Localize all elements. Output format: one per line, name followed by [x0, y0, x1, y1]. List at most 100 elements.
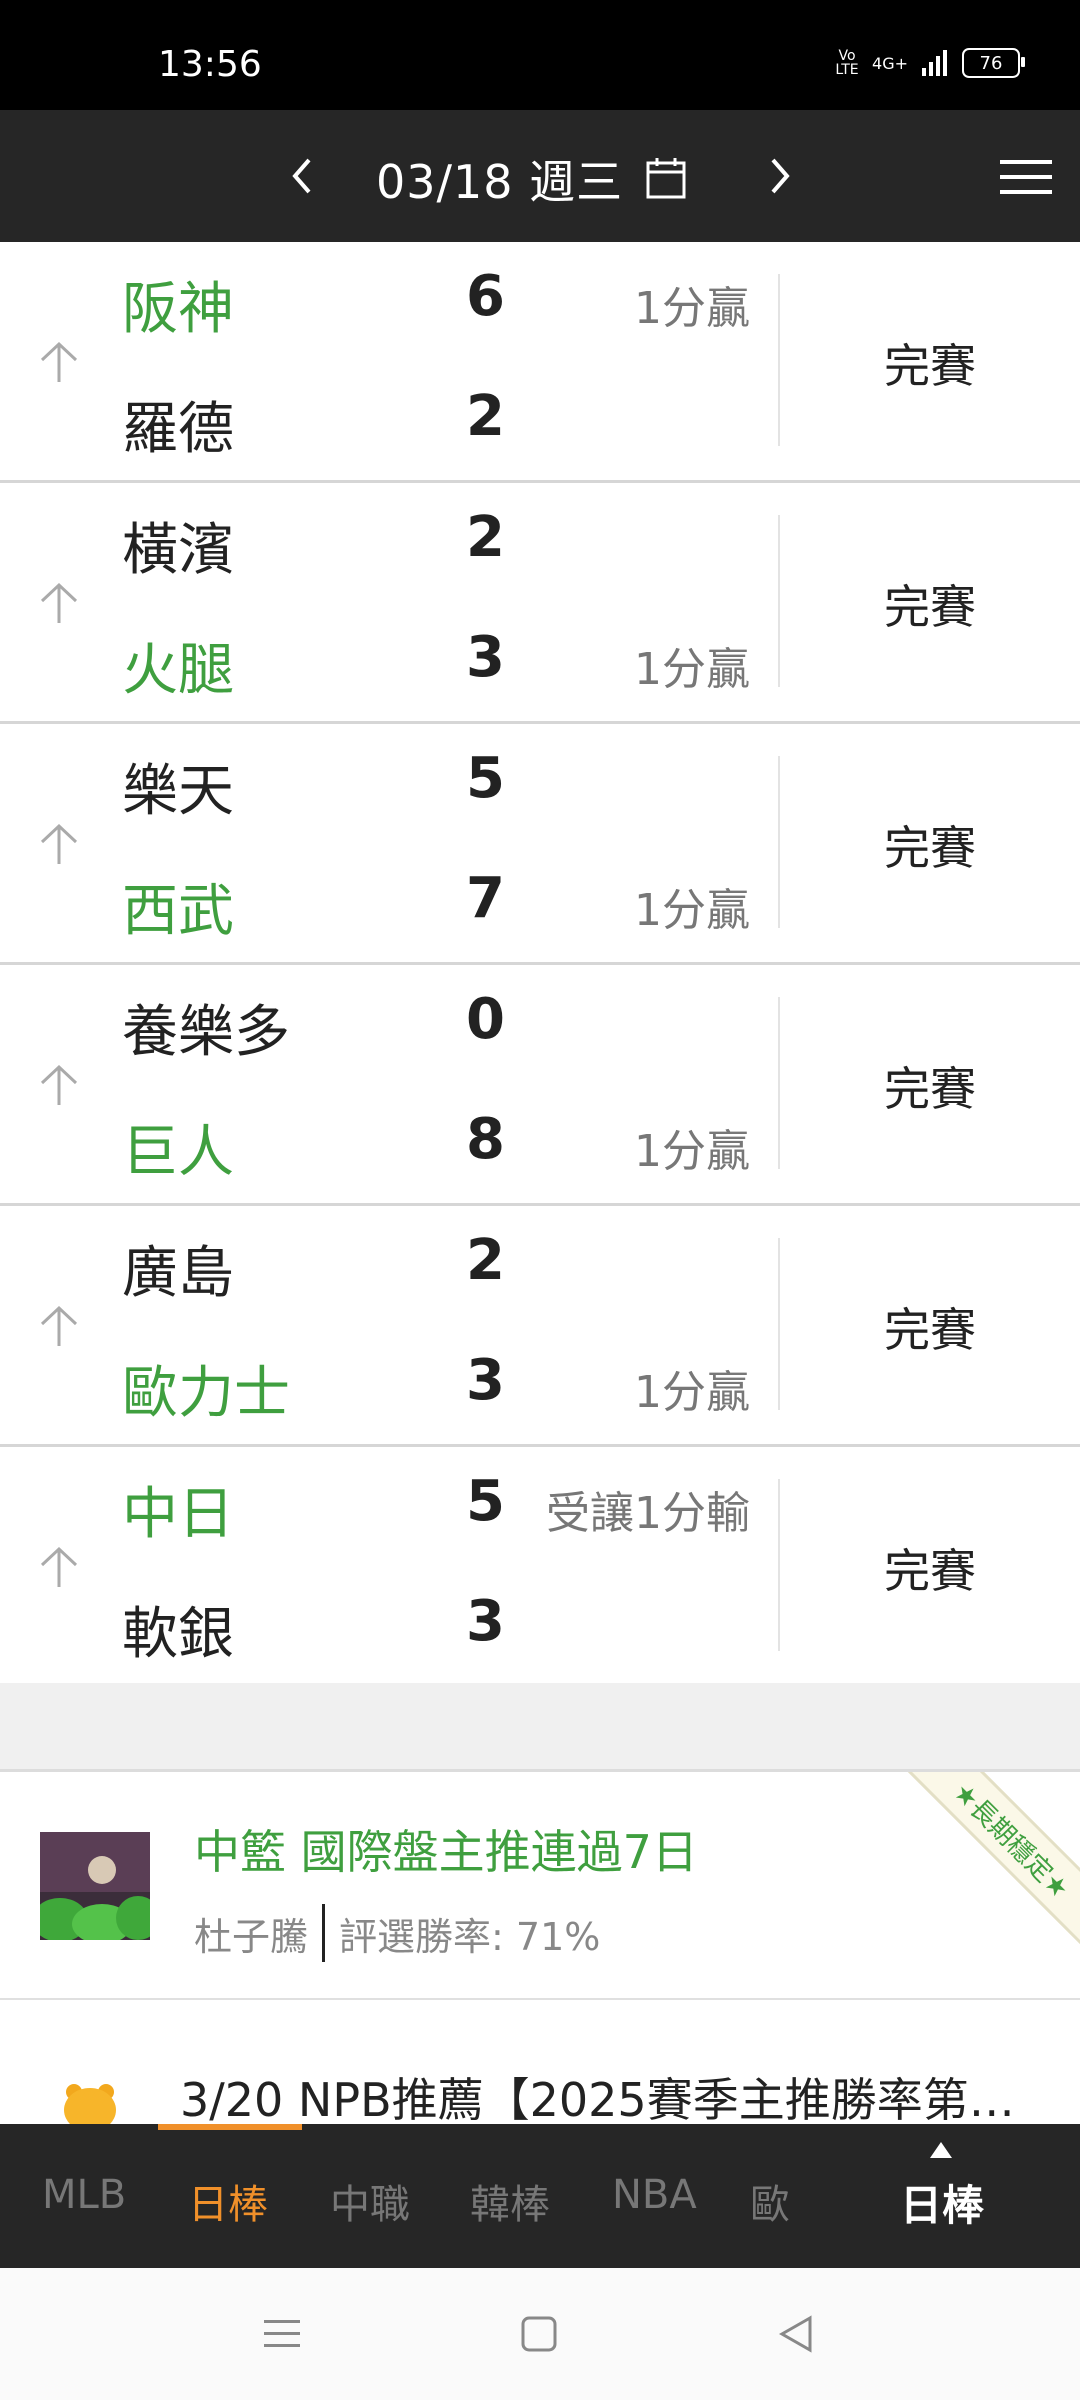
away-score: 5	[466, 746, 505, 811]
away-team-name: 中日	[122, 1482, 234, 1547]
row-divider	[778, 274, 780, 446]
away-result: 1分贏	[634, 283, 750, 334]
promo-title[interactable]: 中籃 國際盤主推連過7日	[194, 1816, 698, 1882]
arrow-up-icon[interactable]	[38, 822, 80, 866]
promo-win-rate: 評選勝率: 71%	[339, 1914, 601, 1959]
game-status: 完賽	[884, 821, 976, 875]
game-row[interactable]: 廣島 歐力士 2 3 1分贏 完賽	[0, 1206, 1080, 1447]
promo-card[interactable]: 中籃 國際盤主推連過7日 杜子騰 評選勝率: 71% ★長期穩定★	[0, 1772, 1080, 2001]
tab-sport[interactable]: 中職	[330, 2172, 410, 2230]
row-divider	[778, 515, 780, 687]
promo-author: 杜子騰	[194, 1914, 309, 1959]
article-title[interactable]: 3/20 NPB推薦【2025賽季主推勝率第1...	[180, 2064, 1040, 2124]
battery-icon: 76	[962, 48, 1025, 78]
back-button[interactable]	[766, 2308, 826, 2360]
game-row[interactable]: 養樂多 巨人 0 8 1分贏 完賽	[0, 965, 1080, 1206]
game-status: 完賽	[884, 580, 976, 634]
signal-icon	[922, 50, 947, 76]
current-sport-button[interactable]: 日棒	[900, 2172, 984, 2233]
row-divider	[778, 997, 780, 1169]
arrow-up-icon[interactable]	[38, 1545, 80, 1589]
active-tab-indicator	[158, 2124, 302, 2130]
arrow-up-icon[interactable]	[38, 1304, 80, 1348]
home-result: 1分贏	[634, 1367, 750, 1418]
next-date-button[interactable]	[750, 138, 810, 214]
tab-sport[interactable]: 日棒	[188, 2172, 268, 2230]
prev-date-button[interactable]	[272, 138, 332, 214]
date-bar: 03/18 週三	[0, 110, 1080, 242]
promo-thumbnail	[40, 1832, 150, 1940]
article-item[interactable]: 3/20 NPB推薦【2025賽季主推勝率第1...	[0, 2000, 1080, 2124]
home-button[interactable]	[509, 2308, 569, 2360]
game-status: 完賽	[884, 1303, 976, 1357]
game-row[interactable]: 橫濱 火腿 2 3 1分贏 完賽	[0, 483, 1080, 724]
home-score: 3	[466, 625, 505, 690]
recents-button[interactable]	[252, 2308, 312, 2360]
home-score: 8	[466, 1107, 505, 1172]
home-team-name: 巨人	[122, 1120, 234, 1185]
section-spacer	[0, 1683, 1080, 1772]
game-row[interactable]: 阪神 羅德 6 2 1分贏 完賽	[0, 242, 1080, 483]
status-bar: 13:56 Vo LTE 4G+ 76	[0, 0, 1080, 110]
volte-icon: Vo LTE	[835, 48, 859, 78]
away-team-name: 樂天	[122, 759, 234, 824]
home-result: 1分贏	[634, 644, 750, 695]
tab-sport[interactable]: MLB	[42, 2172, 126, 2218]
game-status: 完賽	[884, 1544, 976, 1598]
chevron-left-icon	[292, 158, 311, 194]
row-divider	[778, 756, 780, 928]
status-time: 13:56	[158, 44, 262, 85]
battery-level: 76	[979, 52, 1003, 74]
home-team-name: 西武	[122, 879, 234, 944]
away-score: 5	[466, 1469, 505, 1534]
away-team-name: 養樂多	[122, 1000, 290, 1065]
home-score: 7	[466, 866, 505, 931]
tab-sport[interactable]: 韓棒	[470, 2172, 550, 2230]
game-row[interactable]: 中日 軟銀 5 3 受讓1分輸 完賽	[0, 1447, 1080, 1688]
calendar-icon	[646, 158, 686, 199]
arrow-up-icon[interactable]	[38, 581, 80, 625]
row-divider	[778, 1238, 780, 1410]
away-result: 受讓1分輸	[546, 1488, 750, 1539]
system-navigation-bar	[0, 2268, 1080, 2400]
game-row[interactable]: 樂天 西武 5 7 1分贏 完賽	[0, 724, 1080, 965]
home-team-name: 羅德	[122, 397, 234, 462]
back-icon	[778, 2315, 812, 2353]
home-icon	[521, 2316, 557, 2352]
arrow-up-icon[interactable]	[38, 340, 80, 384]
away-team-name: 橫濱	[122, 518, 234, 583]
games-list: 阪神 羅德 6 2 1分贏 完賽 橫濱 火腿 2 3 1分贏 完賽 樂天 西武 …	[0, 242, 1080, 1688]
game-status: 完賽	[884, 339, 976, 393]
away-score: 0	[466, 987, 505, 1052]
chevron-right-icon	[771, 158, 790, 194]
tab-sport[interactable]: NBA	[612, 2172, 697, 2218]
sport-tab-bar: 日棒 MLB 日棒 中職 韓棒 NBA 歐	[0, 2124, 1080, 2268]
away-team-name: 阪神	[122, 277, 234, 342]
home-team-name: 軟銀	[122, 1602, 234, 1667]
home-score: 3	[466, 1589, 505, 1654]
hamburger-menu-icon	[1000, 160, 1052, 194]
date-label[interactable]: 03/18 週三	[376, 146, 623, 212]
home-team-name: 火腿	[122, 638, 234, 703]
away-team-name: 廣島	[122, 1241, 234, 1306]
arrow-up-icon[interactable]	[38, 1063, 80, 1107]
network-type-label: 4G+	[872, 53, 908, 73]
calendar-button[interactable]	[645, 156, 687, 204]
row-divider	[778, 1479, 780, 1651]
meta-divider	[322, 1904, 326, 1962]
long-term-stable-ribbon: ★長期穩定★	[905, 1772, 1080, 1947]
ribbon-label: ★長期穩定★	[947, 1776, 1076, 1905]
tab-sport[interactable]: 歐	[750, 2172, 790, 2230]
status-icons: Vo LTE 4G+ 76	[834, 48, 1025, 78]
game-status: 完賽	[884, 1062, 976, 1116]
bear-avatar-icon	[64, 2084, 116, 2124]
home-score: 2	[466, 384, 505, 449]
away-score: 2	[466, 505, 505, 570]
recents-icon	[264, 2320, 300, 2347]
away-score: 6	[466, 264, 505, 329]
home-team-name: 歐力士	[122, 1361, 290, 1426]
menu-button[interactable]	[1000, 158, 1052, 200]
home-result: 1分贏	[634, 1126, 750, 1177]
away-score: 2	[466, 1228, 505, 1293]
caret-up-icon	[930, 2142, 952, 2158]
